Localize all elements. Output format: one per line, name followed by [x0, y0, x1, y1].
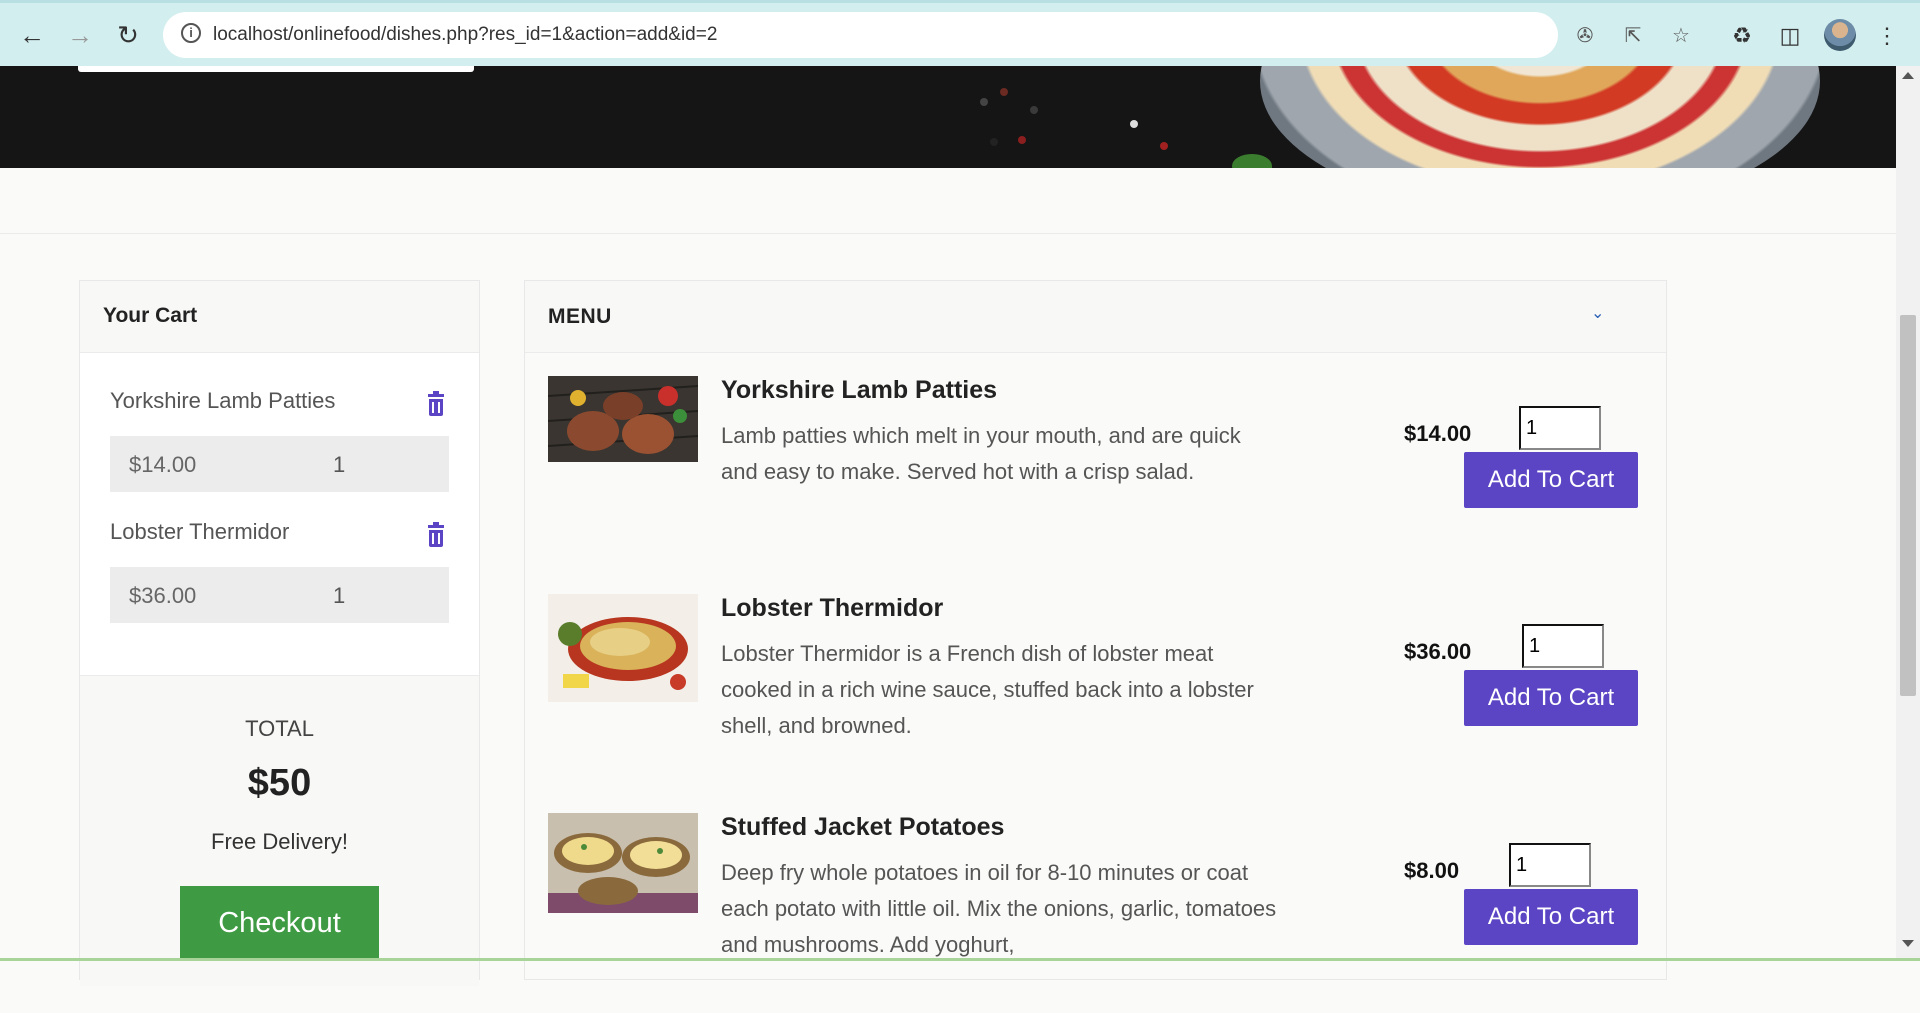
- reload-icon[interactable]: ↻: [110, 17, 146, 53]
- dish-price: $14.00: [1404, 421, 1472, 446]
- back-icon[interactable]: ←: [14, 17, 50, 53]
- dish-name: Stuffed Jacket Potatoes: [721, 813, 1005, 841]
- cart-item-fields: $36.00 1: [110, 567, 449, 623]
- scroll-up-arrow[interactable]: [1902, 72, 1914, 79]
- menu-panel: MENU ⌄ Yorkshire Lamb Patties Lamb patti…: [524, 280, 1667, 980]
- cart-title: Your Cart: [103, 304, 198, 327]
- pepper-seed: [990, 138, 998, 146]
- add-to-cart-button[interactable]: Add To Cart: [1464, 452, 1638, 508]
- lamb-patties-image: [548, 376, 698, 462]
- forward-icon[interactable]: →: [62, 17, 98, 53]
- total-label: TOTAL: [245, 716, 314, 741]
- chevron-down-icon[interactable]: ⌄: [1591, 306, 1604, 322]
- dish-name: Lobster Thermidor: [721, 594, 944, 622]
- url-text[interactable]: localhost/onlinefood/dishes.php?res_id=1…: [213, 24, 717, 46]
- translate-icon[interactable]: ✇: [1573, 24, 1597, 48]
- pepper-seed: [1000, 88, 1008, 96]
- dish-description: Lobster Thermidor is a French dish of lo…: [721, 641, 1254, 738]
- share-icon[interactable]: ⇱: [1621, 24, 1645, 48]
- profile-avatar[interactable]: [1824, 19, 1856, 51]
- more-menu-icon[interactable]: ⋮: [1872, 21, 1902, 51]
- address-bar[interactable]: i localhost/onlinefood/dishes.php?res_id…: [163, 12, 1690, 58]
- dish-row: Lobster Thermidor Lobster Thermidor is a…: [525, 594, 1666, 794]
- quantity-input[interactable]: [1522, 624, 1604, 668]
- pasta-bowl-image: [1260, 66, 1820, 168]
- side-panel-icon[interactable]: ◫: [1775, 21, 1805, 51]
- dish-row: Stuffed Jacket Potatoes Deep fry whole p…: [525, 813, 1666, 1013]
- cart-summary: TOTAL $50 Free Delivery! Checkout: [80, 675, 479, 986]
- menu-title: MENU: [548, 305, 612, 328]
- menu-header[interactable]: MENU ⌄: [525, 281, 1666, 353]
- cart-item-fields: $14.00 1: [110, 436, 449, 492]
- cart-item-qty: 1: [333, 452, 346, 477]
- pepper-seed: [1018, 136, 1026, 144]
- add-to-cart-button[interactable]: Add To Cart: [1464, 670, 1638, 726]
- cart-panel: Your Cart Yorkshire Lamb Patties $14.00 …: [79, 280, 480, 986]
- basil-leaf: [1232, 154, 1272, 168]
- page-scrollbar[interactable]: [1896, 66, 1920, 961]
- pepper-seed: [1130, 120, 1138, 128]
- scrollbar-thumb[interactable]: [1900, 315, 1916, 696]
- add-to-cart-button[interactable]: Add To Cart: [1464, 889, 1638, 945]
- search-field-edge: [78, 66, 474, 72]
- cart-item-price: $14.00: [129, 452, 197, 477]
- browser-toolbar: ← → ↻ i localhost/onlinefood/dishes.php?…: [0, 0, 1920, 66]
- scroll-down-arrow[interactable]: [1902, 940, 1914, 947]
- hero-banner: [0, 66, 1896, 168]
- dish-row: Yorkshire Lamb Patties Lamb patties whic…: [525, 376, 1666, 576]
- cart-header: Your Cart: [80, 281, 479, 353]
- stuffed-potatoes-image: [548, 813, 698, 913]
- cart-item-name: Yorkshire Lamb Patties: [110, 388, 336, 413]
- section-divider: [0, 233, 1896, 234]
- dish-description: Lamb patties which melt in your mouth, a…: [721, 423, 1241, 484]
- dish-description: Deep fry whole potatoes in oil for 8-10 …: [721, 860, 1277, 957]
- bookmark-star-icon[interactable]: ☆: [1669, 24, 1693, 48]
- checkout-button[interactable]: Checkout: [180, 886, 379, 961]
- dish-price: $8.00: [1404, 858, 1460, 883]
- trash-icon[interactable]: [427, 391, 445, 416]
- delivery-note: Free Delivery!: [211, 829, 348, 854]
- cart-item-name: Lobster Thermidor: [110, 519, 290, 544]
- quantity-input[interactable]: [1509, 843, 1591, 887]
- pepper-seed: [1160, 142, 1168, 150]
- cart-item-price: $36.00: [129, 583, 197, 608]
- trash-icon[interactable]: [427, 522, 445, 547]
- lobster-thermidor-image: [548, 594, 698, 702]
- total-value: $50: [247, 762, 312, 804]
- site-info-icon[interactable]: i: [181, 23, 201, 43]
- quantity-input[interactable]: [1519, 406, 1601, 450]
- dish-name: Yorkshire Lamb Patties: [721, 376, 998, 404]
- pepper-seed: [1030, 106, 1038, 114]
- pepper-seed: [980, 98, 988, 106]
- dish-price: $36.00: [1404, 639, 1472, 664]
- cart-item-qty: 1: [333, 583, 346, 608]
- extensions-icon[interactable]: ♻: [1727, 21, 1757, 51]
